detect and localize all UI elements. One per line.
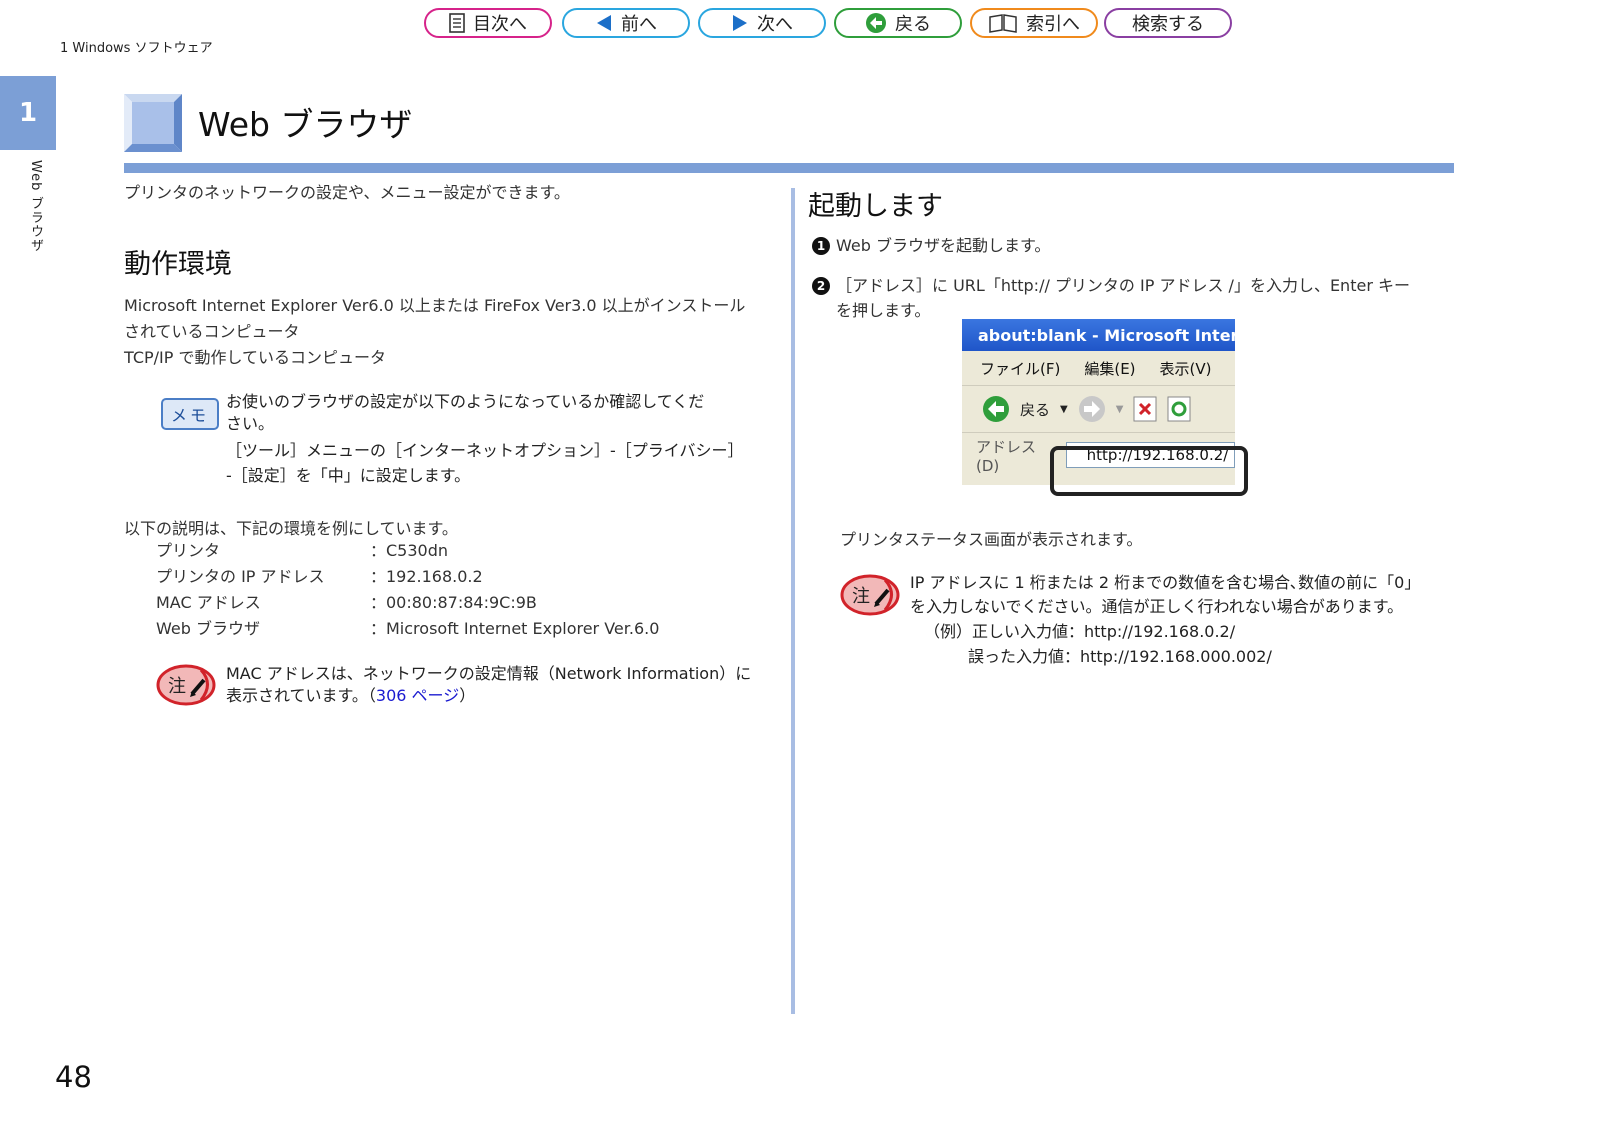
open-book-icon xyxy=(989,14,1017,33)
next-button[interactable]: 次へ xyxy=(698,8,826,38)
back-label: 戻る xyxy=(895,14,931,35)
step-2-number: 2 xyxy=(812,277,830,295)
document-icon xyxy=(449,13,465,33)
screenshot-back-label: 戻る xyxy=(1020,400,1051,419)
memo-line-3: ［ツール］メニューの［インターネットオプション］-［プライバシー］ xyxy=(226,441,744,460)
menu-view: 表示(V) xyxy=(1159,359,1212,378)
prev-label: 前へ xyxy=(621,14,657,35)
env-value: ：Microsoft Internet Explorer Ver.6.0 xyxy=(370,619,660,638)
toc-button[interactable]: 目次へ xyxy=(424,8,552,38)
memo-line-1: お使いのブラウザの設定が以下のようになっているか確認してくだ xyxy=(226,392,705,411)
note-pencil-icon: 注 xyxy=(840,574,900,616)
env-key: MAC アドレス xyxy=(156,593,261,612)
menu-file: ファイル(F) xyxy=(980,359,1061,378)
triangle-left-icon xyxy=(597,15,611,31)
left-note-post: ） xyxy=(459,686,476,705)
prev-button[interactable]: 前へ xyxy=(562,8,690,38)
status-text: プリンタステータス画面が表示されます。 xyxy=(840,530,1143,549)
env-table: プリンタ ：C530dn プリンタの IP アドレス ：192.168.0.2 MA… xyxy=(156,537,659,641)
right-note-line-1: IP アドレスに 1 桁または 2 桁までの数値を含む場合､数値の前に「0」 xyxy=(910,573,1421,592)
example-wrong-value: http://192.168.000.002/ xyxy=(1080,647,1272,666)
screenshot-toolbar: 戻る ▼ ▼ xyxy=(962,386,1235,433)
env-key: プリンタの IP アドレス xyxy=(156,567,325,586)
example-correct-label: （例）正しい入力値： xyxy=(924,622,1085,641)
triangle-right-icon xyxy=(733,15,747,31)
page-306-link[interactable]: 306 ページ xyxy=(376,686,459,705)
env-text-3: TCP/IP で動作しているコンピュータ xyxy=(124,348,387,367)
note-pencil-icon: 注 xyxy=(156,664,216,706)
env-key: Web ブラウザ xyxy=(156,619,260,638)
chapter-tab[interactable]: 1 xyxy=(0,76,56,150)
title-square-icon xyxy=(124,94,182,152)
search-label: 検索する xyxy=(1132,14,1204,35)
screenshot-title: about:blank - Microsoft Internet Explore… xyxy=(978,325,1235,345)
column-divider xyxy=(791,188,795,1014)
back-button[interactable]: 戻る xyxy=(834,8,962,38)
right-note-line-2: を入力しないでください。通信が正しく行われない場合があります。 xyxy=(910,597,1404,616)
env-value: ：00:80:87:84:9C:9B xyxy=(370,593,537,612)
search-button[interactable]: 検索する xyxy=(1104,8,1232,38)
example-wrong-label: 誤った入力値： xyxy=(968,647,1081,666)
dropdown-arrow-icon: ▼ xyxy=(1060,403,1068,415)
env-row-printer: プリンタ ：C530dn xyxy=(156,537,659,563)
back-arrow-icon xyxy=(983,396,1009,422)
right-note-example-correct: （例）正しい入力値：http://192.168.0.2/ xyxy=(924,621,1235,643)
left-note-pre: 表示されています。（ xyxy=(226,686,376,705)
step-1: 1 Web ブラウザを起動します。 xyxy=(812,233,1050,259)
left-note-line-2: 表示されています。（306 ページ） xyxy=(226,685,475,707)
address-label: アドレス(D) xyxy=(976,437,1037,475)
forward-arrow-icon xyxy=(1078,396,1105,422)
memo-line-2: さい。 xyxy=(226,414,275,433)
step-2-continued: を押します。 xyxy=(836,301,931,320)
dropdown-arrow-icon: ▼ xyxy=(1115,403,1124,415)
index-button[interactable]: 索引へ xyxy=(970,8,1098,38)
breadcrumb: 1 Windows ソフトウェア xyxy=(60,41,213,56)
example-correct-value: http://192.168.0.2/ xyxy=(1084,622,1236,641)
left-note-line-1: MAC アドレスは、ネットワークの設定情報（Network Informatio… xyxy=(226,664,752,683)
step-1-number: 1 xyxy=(812,237,830,255)
toc-label: 目次へ xyxy=(473,14,527,35)
screenshot-titlebar: e about:blank - Microsoft Internet Explo… xyxy=(962,319,1235,351)
back-arrow-icon xyxy=(866,13,886,33)
svg-text:注: 注 xyxy=(168,676,186,697)
right-note-example-wrong: 誤った入力値：http://192.168.000.002/ xyxy=(968,646,1272,668)
chapter-number: 1 xyxy=(18,98,38,128)
stop-icon xyxy=(1133,396,1157,422)
page-number: 48 xyxy=(55,1060,92,1094)
svg-text:注: 注 xyxy=(852,586,870,607)
env-text-1: Microsoft Internet Explorer Ver6.0 以上または… xyxy=(124,296,746,315)
refresh-icon xyxy=(1167,396,1191,422)
intro-text: プリンタのネットワークの設定や、メニュー設定ができます。 xyxy=(124,183,570,202)
index-label: 索引へ xyxy=(1026,14,1080,35)
step-1-text: Web ブラウザを起動します。 xyxy=(836,236,1051,255)
launch-heading: 起動します xyxy=(808,191,943,222)
address-highlight xyxy=(1050,446,1248,496)
side-section-label: Web ブラウザ xyxy=(28,160,43,253)
env-text-2: されているコンピュータ xyxy=(124,322,300,341)
page-title: Web ブラウザ xyxy=(198,105,413,144)
env-row-mac: MAC アドレス ：00:80:87:84:9C:9B xyxy=(156,589,659,615)
memo-line-4: -［設定］を「中」に設定します。 xyxy=(226,466,471,485)
title-rule xyxy=(124,163,1454,173)
next-label: 次へ xyxy=(757,14,793,35)
env-row-ip: プリンタの IP アドレス ：192.168.0.2 xyxy=(156,563,659,589)
menu-edit: 編集(E) xyxy=(1084,359,1136,378)
memo-badge: メモ xyxy=(161,398,219,430)
step-2-text: ［アドレス］に URL「http:// プリンタの IP アドレス /」を入力し… xyxy=(836,276,1410,295)
env-value: ：C530dn xyxy=(370,541,449,560)
env-heading: 動作環境 xyxy=(124,249,232,280)
screenshot-menubar: ファイル(F) 編集(E) 表示(V) お xyxy=(962,351,1235,386)
step-2: 2 ［アドレス］に URL「http:// プリンタの IP アドレス /」を入力… xyxy=(812,273,1410,299)
env-row-browser: Web ブラウザ ：Microsoft Internet Explorer Ver… xyxy=(156,615,659,641)
env-key: プリンタ xyxy=(156,541,221,560)
env-value: ：192.168.0.2 xyxy=(370,567,483,586)
